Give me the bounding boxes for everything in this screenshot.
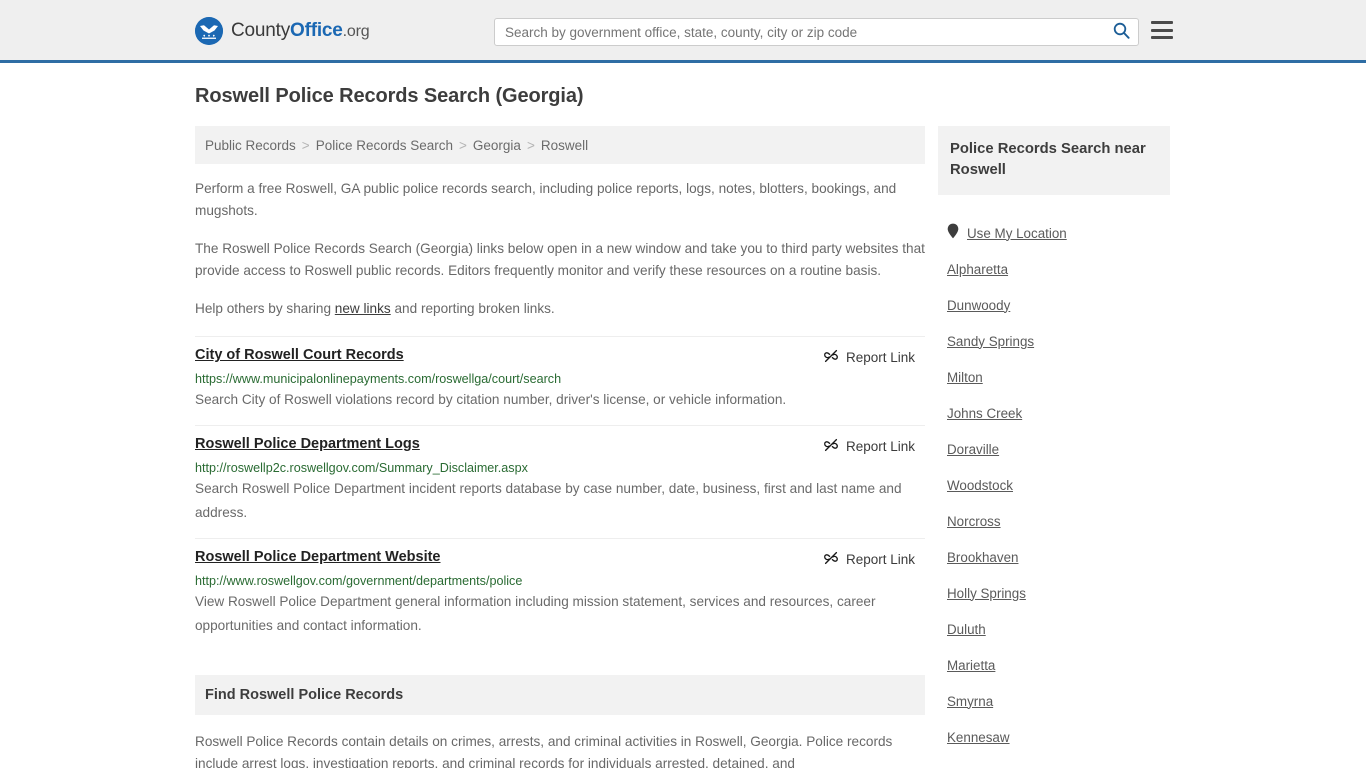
breadcrumb-separator: >	[459, 137, 467, 153]
site-logo-text: CountyOffice.org	[231, 20, 370, 42]
site-header: CountyOffice.org	[0, 0, 1366, 63]
sidebar-item-sandy-springs[interactable]: Sandy Springs	[938, 323, 1170, 359]
sidebar-city-link[interactable]: Smyrna	[947, 694, 993, 709]
menu-bar-1	[1151, 21, 1173, 24]
menu-bar-2	[1151, 28, 1173, 32]
report-link-label: Report Link	[845, 350, 915, 365]
breadcrumb-item-police-records-search[interactable]: Police Records Search	[316, 138, 453, 153]
intro-paragraph-1: Perform a free Roswell, GA public police…	[195, 181, 897, 218]
sidebar-city-link[interactable]: Duluth	[947, 622, 986, 637]
report-link-button[interactable]: Report Link	[823, 550, 915, 569]
map-pin-icon	[947, 223, 959, 244]
brand-part-office: Office	[290, 20, 343, 41]
sidebar-city-list: Use My Location Alpharetta Dunwoody Sand…	[938, 215, 1170, 768]
breadcrumb-item-georgia[interactable]: Georgia	[473, 138, 521, 153]
broken-link-icon	[823, 437, 839, 456]
sidebar-header: Police Records Search near Roswell	[938, 126, 1170, 195]
report-link-label: Report Link	[845, 439, 915, 454]
help-line-before: Help others by sharing	[195, 301, 335, 316]
result-description: Search City of Roswell violations record…	[195, 392, 787, 407]
sidebar-city-link[interactable]: Norcross	[947, 514, 1001, 529]
sidebar-city-link[interactable]: Doraville	[947, 442, 999, 457]
site-logo[interactable]: CountyOffice.org	[195, 17, 370, 45]
sidebar-city-link[interactable]: Dunwoody	[947, 298, 1010, 313]
intro-paragraph-2: The Roswell Police Records Search (Georg…	[195, 241, 925, 278]
result-title-link[interactable]: Roswell Police Department Logs	[195, 436, 420, 452]
sidebar-item-woodstock[interactable]: Woodstock	[938, 467, 1170, 503]
sidebar-item-brookhaven[interactable]: Brookhaven	[938, 539, 1170, 575]
sidebar-city-link[interactable]: Milton	[947, 370, 983, 385]
result-title-link[interactable]: Roswell Police Department Website	[195, 549, 441, 565]
sidebar-item-alpharetta[interactable]: Alpharetta	[938, 251, 1170, 287]
sidebar-item-johns-creek[interactable]: Johns Creek	[938, 395, 1170, 431]
search-bar[interactable]	[494, 18, 1139, 46]
report-link-label: Report Link	[845, 552, 915, 567]
sidebar-city-link[interactable]: Kennesaw	[947, 730, 1010, 745]
sidebar-city-link[interactable]: Marietta	[947, 658, 995, 673]
breadcrumb-item-roswell: Roswell	[540, 137, 589, 153]
result-url: http://www.roswellgov.com/government/dep…	[195, 574, 523, 588]
result-item: City of Roswell Court Records Report Lin…	[195, 336, 925, 425]
find-records-body: Roswell Police Records contain details o…	[195, 734, 893, 768]
sidebar-item-dunwoody[interactable]: Dunwoody	[938, 287, 1170, 323]
sidebar-item-clarkston[interactable]: Clarkston	[938, 755, 1170, 768]
result-description: Search Roswell Police Department inciden…	[195, 481, 902, 520]
broken-link-icon	[823, 550, 839, 569]
sidebar-item-use-my-location[interactable]: Use My Location	[938, 215, 1170, 251]
sidebar-item-smyrna[interactable]: Smyrna	[938, 683, 1170, 719]
main-content: Roswell Police Records Search (Georgia) …	[195, 85, 925, 768]
sidebar-city-link[interactable]: Holly Springs	[947, 586, 1026, 601]
search-input[interactable]	[495, 19, 1104, 45]
sidebar-item-norcross[interactable]: Norcross	[938, 503, 1170, 539]
brand-part-county: County	[231, 20, 291, 41]
find-records-section-header: Find Roswell Police Records	[195, 675, 925, 715]
menu-bar-3	[1151, 36, 1173, 39]
use-my-location-link[interactable]: Use My Location	[967, 226, 1067, 241]
breadcrumb-separator: >	[526, 137, 535, 153]
sidebar-item-doraville[interactable]: Doraville	[938, 431, 1170, 467]
help-line: Help others by sharing new links and rep…	[195, 298, 925, 320]
report-link-button[interactable]: Report Link	[823, 348, 915, 367]
brand-part-org: .org	[342, 23, 370, 40]
sidebar-item-marietta[interactable]: Marietta	[938, 647, 1170, 683]
sidebar-item-holly-springs[interactable]: Holly Springs	[938, 575, 1170, 611]
sidebar-city-link[interactable]: Woodstock	[947, 478, 1013, 493]
sidebar-city-link[interactable]: Brookhaven	[947, 550, 1018, 565]
result-description: View Roswell Police Department general i…	[195, 594, 876, 633]
result-title-link[interactable]: City of Roswell Court Records	[195, 347, 404, 363]
page-title: Roswell Police Records Search (Georgia)	[195, 85, 584, 107]
search-button[interactable]	[1104, 19, 1138, 45]
eagle-shield-logo-icon	[195, 17, 223, 45]
sidebar-item-kennesaw[interactable]: Kennesaw	[938, 719, 1170, 755]
sidebar-item-milton[interactable]: Milton	[938, 359, 1170, 395]
sidebar-city-link[interactable]: Sandy Springs	[947, 334, 1034, 349]
sidebar: Police Records Search near Roswell Use M…	[938, 126, 1170, 768]
sidebar-item-duluth[interactable]: Duluth	[938, 611, 1170, 647]
search-icon	[1113, 22, 1130, 42]
broken-link-icon	[823, 348, 839, 367]
sidebar-city-link[interactable]: Alpharetta	[947, 262, 1008, 277]
help-line-after: and reporting broken links.	[390, 301, 555, 316]
result-item: Roswell Police Department Logs Report Li…	[195, 425, 925, 538]
result-url: https://www.municipalonlinepayments.com/…	[195, 372, 562, 386]
breadcrumb-item-public-records[interactable]: Public Records	[205, 138, 296, 153]
breadcrumb: Public Records > Police Records Search >…	[195, 126, 925, 164]
find-records-heading: Find Roswell Police Records	[205, 687, 404, 703]
sidebar-city-link[interactable]: Johns Creek	[947, 406, 1022, 421]
report-link-button[interactable]: Report Link	[823, 437, 915, 456]
breadcrumb-separator: >	[301, 137, 310, 153]
sidebar-heading: Police Records Search near Roswell	[950, 141, 1146, 178]
hamburger-menu-icon[interactable]	[1151, 21, 1173, 39]
new-links-link[interactable]: new links	[335, 301, 391, 316]
result-item: Roswell Police Department Website Report…	[195, 538, 925, 651]
result-url: http://roswellp2c.roswellgov.com/Summary…	[195, 461, 528, 475]
